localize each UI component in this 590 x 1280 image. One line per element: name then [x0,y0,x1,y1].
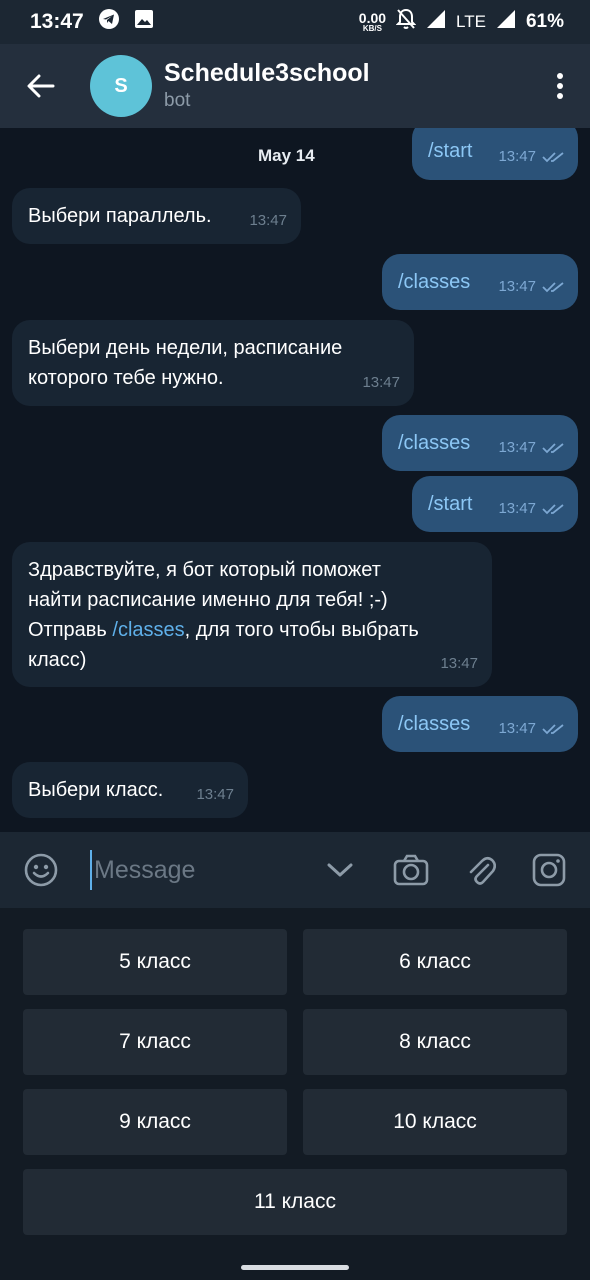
status-bar: 13:47 0.00 KB/S LTE 61% [0,0,590,44]
double-check-icon [542,282,564,293]
avatar[interactable]: S [90,55,152,117]
home-indicator[interactable] [241,1265,349,1270]
class-10-button[interactable]: 10 класс [303,1089,567,1155]
double-check-icon [542,152,564,163]
keyboard-icon [532,853,566,887]
message-meta: 13:47 [498,494,564,524]
composer [0,832,590,908]
smile-icon [24,853,58,887]
class-11-button[interactable]: 11 класс [23,1169,567,1235]
net-speed: 0.00 KB/S [358,10,387,33]
message-outgoing[interactable]: /classes 13:47 [382,696,578,752]
chat-subtitle: bot [164,90,191,111]
message-time: 13:47 [249,212,287,229]
network-type: LTE [456,12,486,31]
message-meta: 13:47 [362,368,400,398]
chevron-down-icon [327,863,353,877]
date-separator: May 14 [258,146,315,165]
message-time: 13:47 [498,148,536,165]
double-check-icon [542,504,564,515]
message-time: 13:47 [498,439,536,456]
battery-level: 61% [525,11,564,32]
message-time: 13:47 [498,500,536,517]
paperclip-icon [469,856,496,885]
emoji-button[interactable] [23,852,59,888]
message-time: 13:47 [498,720,536,737]
telegram-icon [98,8,120,36]
bot-keyboard-button[interactable] [531,852,567,888]
signal-icon [426,9,446,35]
message-outgoing[interactable]: /start 13:47 [412,476,578,532]
message-input[interactable] [90,850,310,890]
class-5-button[interactable]: 5 класс [23,929,287,995]
message-incoming[interactable]: Выбери класс. 13:47 [12,762,248,818]
message-time: 13:47 [440,655,478,672]
arrow-left-icon [27,74,55,98]
message-incoming[interactable]: Выбери день недели, расписание которого … [12,320,414,406]
message-meta: 13:47 [249,206,287,236]
double-check-icon [542,443,564,454]
camera-icon [393,854,429,886]
more-menu-button[interactable] [530,44,590,128]
message-outgoing[interactable]: /classes 13:47 [382,254,578,310]
chat-title: Schedule3school [164,59,370,87]
signal-icon-2 [496,9,516,35]
chat-header: S Schedule3school bot [0,44,590,128]
message-meta: 13:47 [498,714,564,744]
back-button[interactable] [0,44,82,128]
message-time: 13:47 [498,278,536,295]
message-time: 13:47 [362,374,400,391]
message-meta: 13:47 [498,142,564,172]
message-text: Выбери день недели, расписание которого … [28,337,343,389]
class-8-button[interactable]: 8 класс [303,1009,567,1075]
message-meta: 13:47 [196,780,234,810]
status-time: 13:47 [30,10,84,33]
message-text: Здравствуйте, я бот который поможет найт… [28,559,419,671]
double-check-icon [542,724,564,735]
message-time: 13:47 [196,786,234,803]
bell-off-icon [395,8,417,36]
bot-reply-keyboard: 5 класс 6 класс 7 класс 8 класс 9 класс … [0,908,590,1280]
camera-button[interactable] [393,852,429,888]
message-outgoing[interactable]: /classes 13:47 [382,415,578,471]
more-vertical-icon [557,73,563,99]
message-outgoing[interactable]: /start 13:47 [412,128,578,180]
message-meta: 13:47 [498,433,564,463]
message-meta: 13:47 [498,272,564,302]
attach-button[interactable] [463,852,499,888]
class-9-button[interactable]: 9 класс [23,1089,287,1155]
collapse-keyboard-button[interactable] [322,852,358,888]
message-meta: 13:47 [440,649,478,679]
gallery-icon [134,9,154,35]
chat-info[interactable]: Schedule3school bot [164,58,530,114]
command-link[interactable]: /classes [112,619,184,641]
message-list[interactable]: /start 13:47 May 14 Выбери параллель. 13… [0,128,590,832]
message-incoming[interactable]: Выбери параллель. 13:47 [12,188,301,244]
message-incoming[interactable]: Здравствуйте, я бот который поможет найт… [12,542,492,687]
class-6-button[interactable]: 6 класс [303,929,567,995]
class-7-button[interactable]: 7 класс [23,1009,287,1075]
